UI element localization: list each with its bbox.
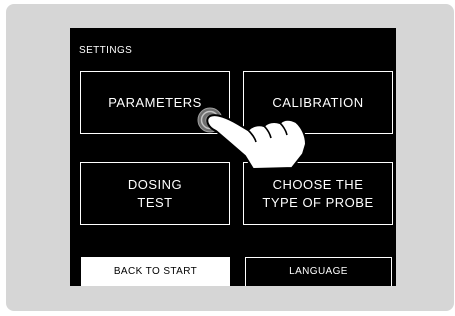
- choose-probe-type-button[interactable]: CHOOSE THE TYPE OF PROBE: [243, 162, 393, 225]
- parameters-button[interactable]: PARAMETERS: [80, 71, 230, 134]
- device-frame: SETTINGS PARAMETERS CALIBRATION DOSING T…: [6, 4, 454, 311]
- language-button[interactable]: LANGUAGE: [245, 257, 392, 286]
- touch-screen: SETTINGS PARAMETERS CALIBRATION DOSING T…: [70, 28, 396, 286]
- dosing-test-button[interactable]: DOSING TEST: [80, 162, 230, 225]
- back-to-start-button[interactable]: BACK TO START: [81, 257, 230, 286]
- calibration-button[interactable]: CALIBRATION: [243, 71, 393, 134]
- choose-probe-label-line1: CHOOSE THE: [272, 176, 364, 192]
- dosing-test-label-line1: DOSING: [127, 176, 183, 192]
- page-title: SETTINGS: [79, 45, 133, 56]
- language-label: LANGUAGE: [289, 266, 348, 277]
- choose-probe-label-line2: TYPE OF PROBE: [262, 194, 374, 210]
- dosing-test-label-line2: TEST: [137, 194, 173, 210]
- pointing-hand-icon: [197, 107, 307, 170]
- calibration-label: CALIBRATION: [272, 94, 364, 110]
- back-to-start-label: BACK TO START: [113, 265, 198, 277]
- parameters-label: PARAMETERS: [108, 94, 202, 110]
